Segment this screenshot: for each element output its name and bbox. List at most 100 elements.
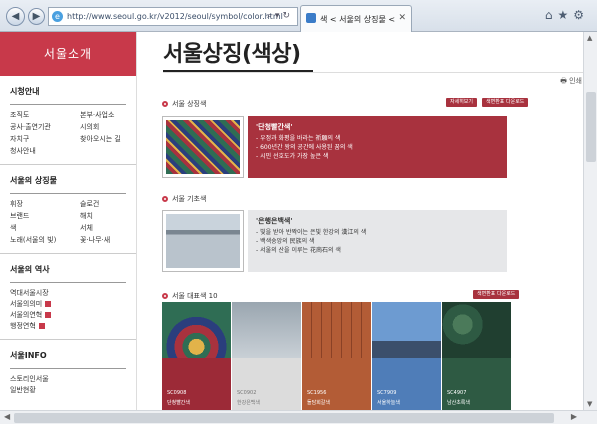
section-heading-base-color: 서울 기초색 [162,194,206,204]
print-button[interactable]: 🖶 인쇄 [560,76,582,88]
sidebar-section-history: 서울의 역사 역대서울시장 서울의의미 서울의연혁 행정연혁 [0,254,136,340]
swatch-han-river-silver[interactable]: SC0902 한강은백색 [232,302,301,410]
desc-line: - 서울의 산을 이루는 花崗石의 색 [256,247,341,254]
section-heading-representative-colors: 서울 대표색 10 [162,291,218,301]
new-badge-icon [45,312,52,318]
swatch-code: SC1956 [307,390,327,396]
desc-line: - 백색숭앙의 民族의 색 [256,238,315,245]
sidebar-section-symbols: 서울의 상징물 휘장 슬로건 브랜드 해치 색 서체 노래(서울의 빛) 꽃·나… [0,165,136,254]
swatch-name: 단청빨간색 [167,400,191,406]
page-viewport: 서울소개 시청안내 조직도 본부·사업소 공사·출연기관 시의회 자치구 찾아오… [0,32,583,410]
address-bar[interactable]: e http://www.seoul.go.kr/v2012/seoul/sym… [48,7,298,26]
page-title: 서울상징(색상) [163,42,301,67]
url-text[interactable]: http://www.seoul.go.kr/v2012/seoul/symbo… [67,12,283,21]
section-heading: 시청안내 [10,76,126,105]
sidebar-section-info: 서울INFO 스토리인서울 일반현황 [0,340,136,403]
sidebar-item[interactable]: 서체 [80,223,137,233]
sidebar-item[interactable]: 찾아오시는 길 [80,134,137,144]
sidebar-item[interactable]: 꽃·나무·새 [80,235,137,245]
browser-tab[interactable]: 색 < 서울의 상징물 < 서울... ✕ [300,5,412,32]
symbol-color-card: '단청빨간색' - 우정과 화평을 바라는 祈願의 색 - 600년간 왕의 공… [162,116,507,178]
swatch-dancheong-red[interactable]: SC0908 단청빨간색 [162,302,231,410]
desc-line: - 600년간 왕의 공간에 사용된 꿈의 색 [256,144,353,151]
sidebar-item[interactable]: 서울의의미 [10,299,126,309]
desc-title: '은행은백색' [256,217,293,225]
star-icon[interactable]: ★ [557,8,573,22]
desc-line: - 우정과 화평을 바라는 祈願의 색 [256,135,341,142]
ie-icon: e [52,11,63,22]
swatch-code: SC7909 [377,390,397,396]
browser-toolbar: ◀ ▶ e http://www.seoul.go.kr/v2012/seoul… [0,0,597,32]
scroll-down-icon[interactable]: ▼ [587,400,592,408]
color-table-download-button[interactable]: 색변환표 다운로드 [482,98,529,107]
sidebar: 서울소개 시청안내 조직도 본부·사업소 공사·출연기관 시의회 자치구 찾아오… [0,32,137,410]
sidebar-item[interactable]: 스토리인서울 [10,374,126,384]
sidebar-item[interactable]: 일반현황 [10,385,126,395]
sidebar-item[interactable]: 공사·출연기관 [10,122,80,132]
section-bullet-icon [162,101,168,107]
sidebar-item[interactable]: 청사안내 [10,146,80,156]
sidebar-item[interactable]: 자치구 [10,134,80,144]
swatch-stone-wall-brown[interactable]: SC1956 돌담회갈색 [302,302,371,410]
horizontal-scroll-thumb[interactable] [14,413,554,423]
scroll-right-icon[interactable]: ▶ [571,412,577,421]
new-badge-icon [38,323,45,329]
vertical-scrollbar[interactable]: ▲ ▼ [583,32,597,410]
desc-line: - 시민 선호도가 가장 높은 색 [256,153,329,160]
sidebar-item[interactable]: 역대서울시장 [10,288,126,298]
home-icon[interactable]: ⌂ [545,8,558,22]
color-table-download-button-2[interactable]: 색변환표 다운로드 [473,290,520,299]
new-badge-icon [45,301,52,307]
sidebar-item[interactable]: 시의회 [80,122,137,132]
address-tools[interactable]: ⌕▾↻ [267,11,293,21]
section-heading-symbol-color: 서울 상징색 [162,99,206,109]
scroll-up-icon[interactable]: ▲ [587,34,592,42]
desc-title: '단청빨간색' [256,123,293,131]
detail-button[interactable]: 자세히보기 [446,98,478,107]
section-heading: 서울의 역사 [10,254,126,283]
sidebar-item[interactable]: 본부·사업소 [80,110,137,120]
han-river-image [162,210,244,272]
sidebar-item[interactable]: 노래(서울의 빛) [10,235,80,245]
sidebar-item[interactable]: 휘장 [10,199,80,209]
horizontal-scrollbar[interactable]: ◀ ▶ [0,410,597,424]
dancheong-image [162,116,244,178]
sidebar-item[interactable]: 해치 [80,211,137,221]
title-rule [163,72,583,73]
swatch-name: 남산초록색 [447,400,471,406]
section-heading: 서울INFO [10,340,126,369]
sidebar-item[interactable]: 브랜드 [10,211,80,221]
toolbar-icons[interactable]: ⌂★⚙ [545,8,589,22]
back-arrow-icon[interactable]: ◀ [6,7,25,26]
swatch-name: 한강은백색 [237,400,261,406]
base-color-description: '은행은백색' - 빛을 받아 반짝이는 은빛 한강의 漢江의 색 - 백색숭앙… [248,210,507,272]
sidebar-item[interactable]: 행정연혁 [10,321,126,331]
vertical-scroll-thumb[interactable] [586,92,596,162]
tab-close-icon[interactable]: ✕ [398,13,406,23]
gear-icon[interactable]: ⚙ [573,8,589,22]
forward-arrow-icon[interactable]: ▶ [28,8,45,25]
sidebar-item[interactable]: 조직도 [10,110,80,120]
desc-line: - 빛을 받아 반짝이는 은빛 한강의 漢江의 색 [256,229,367,236]
base-color-card: '은행은백색' - 빛을 받아 반짝이는 은빛 한강의 漢江의 색 - 백색숭앙… [162,210,507,272]
swatch-seoul-sky-blue[interactable]: SC7909 서울하늘색 [372,302,441,410]
section-bullet-icon [162,293,168,299]
sidebar-title: 서울소개 [0,32,136,76]
section-bullet-icon [162,196,168,202]
scroll-left-icon[interactable]: ◀ [4,412,10,421]
tab-favicon-icon [306,13,316,23]
symbol-color-description: '단청빨간색' - 우정과 화평을 바라는 祈願의 색 - 600년간 왕의 공… [248,116,507,178]
swatch-name: 서울하늘색 [377,400,401,406]
swatch-namsan-green[interactable]: SC4907 남산초록색 [442,302,511,410]
sidebar-section-city-hall: 시청안내 조직도 본부·사업소 공사·출연기관 시의회 자치구 찾아오시는 길 … [0,76,136,165]
main-content: 서울상징(색상) 🖶 인쇄 서울 상징색 자세히보기 색변환표 다운로드 '단청… [150,32,583,410]
swatch-name: 돌담회갈색 [307,400,331,406]
section-heading: 서울의 상징물 [10,165,126,194]
sidebar-item[interactable]: 슬로건 [80,199,137,209]
sidebar-item[interactable]: 서울의연혁 [10,310,126,320]
tab-title: 색 < 서울의 상징물 < 서울... [320,15,398,24]
swatch-code: SC0908 [167,390,187,396]
sidebar-item[interactable]: 색 [10,223,80,233]
swatch-code: SC4907 [447,390,467,396]
swatch-code: SC0902 [237,390,257,396]
